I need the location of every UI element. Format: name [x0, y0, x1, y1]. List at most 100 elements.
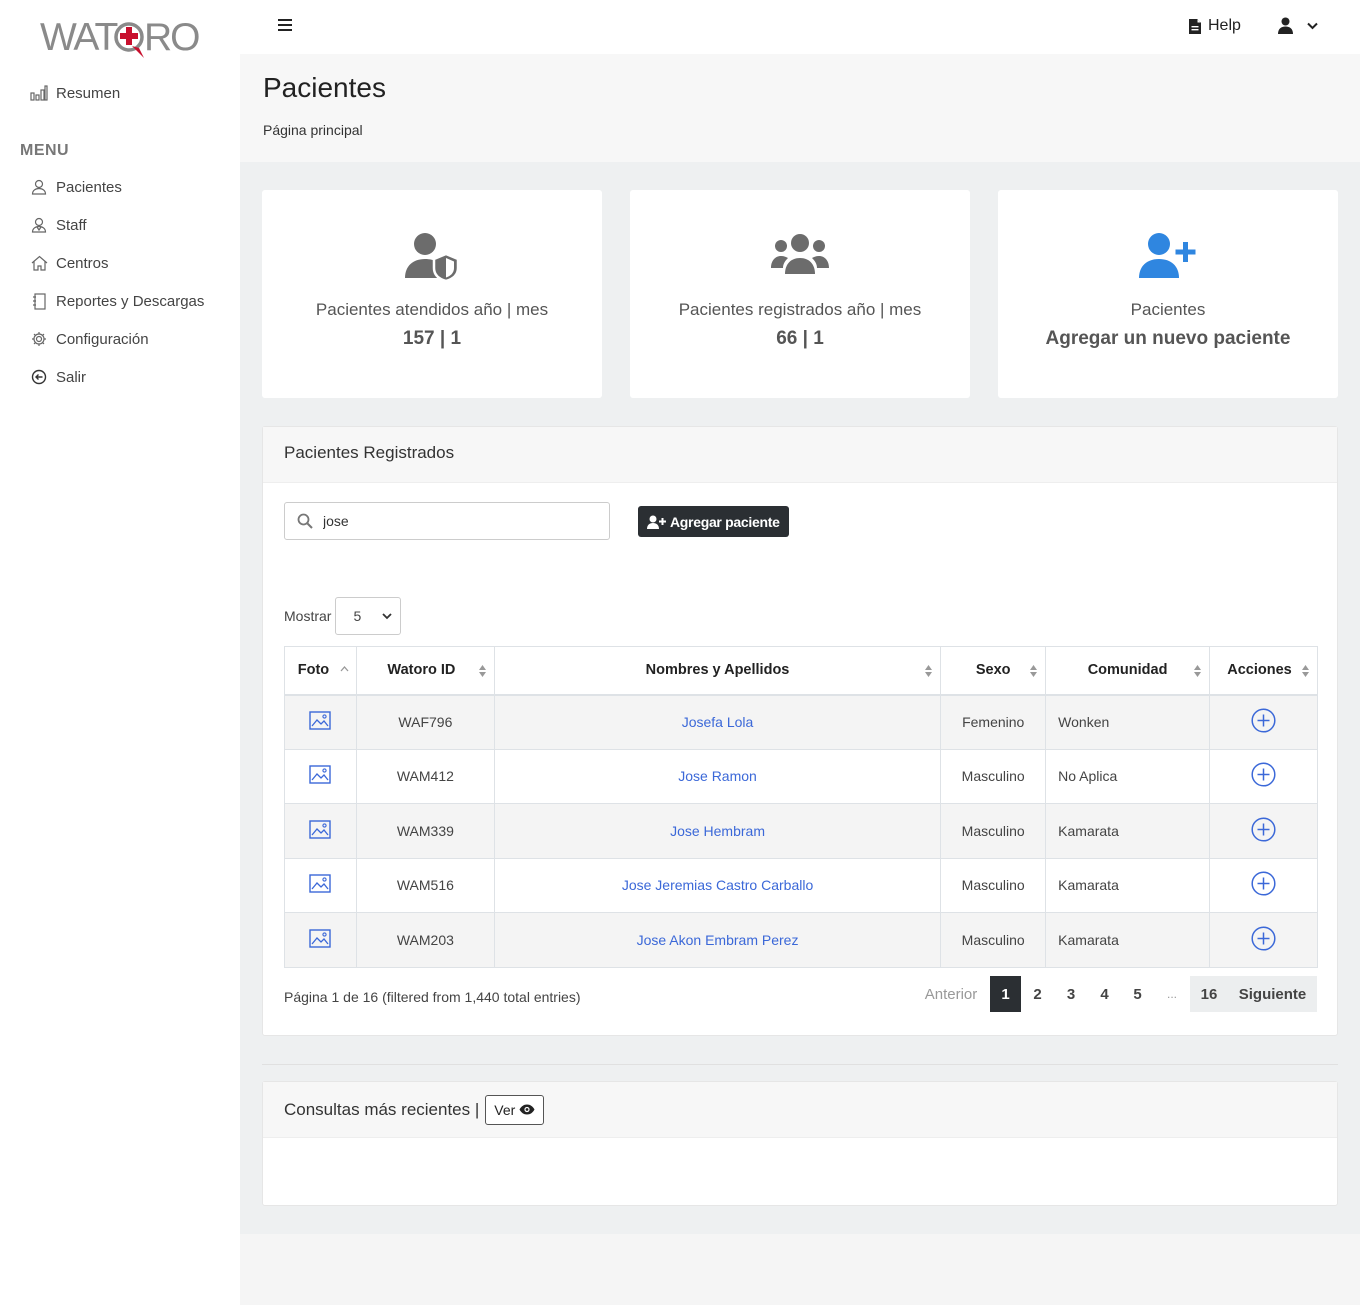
- table-row: WAF796 Josefa Lola Femenino Wonken: [284, 694, 1318, 750]
- watoro-id-cell: WAM412: [355, 748, 495, 804]
- sidebar-item-label: Resumen: [56, 84, 121, 102]
- page-title: Pacientes: [263, 72, 386, 103]
- image-icon: [309, 874, 332, 893]
- stat-label: Pacientes atendidos año | mes: [315, 300, 549, 319]
- gear-icon: [30, 330, 48, 348]
- search-input[interactable]: [323, 513, 583, 529]
- recent-consults-panel: Consultas más recientes | Ver: [262, 1081, 1338, 1206]
- actions-cell: [1209, 694, 1318, 750]
- add-circle-icon[interactable]: [1251, 871, 1276, 896]
- sidebar-item-label: Salir: [56, 368, 87, 386]
- hamburger-menu-icon[interactable]: [278, 19, 292, 33]
- pagination-page-2[interactable]: 2: [1021, 976, 1054, 1012]
- sidebar-item-configuracion[interactable]: Configuración: [30, 328, 149, 350]
- photo-cell[interactable]: [284, 748, 357, 804]
- sidebar-item-reportes[interactable]: Reportes y Descargas: [30, 290, 204, 312]
- add-circle-icon[interactable]: [1251, 817, 1276, 842]
- sidebar-item-staff[interactable]: Staff: [30, 214, 87, 236]
- stat-card-registered[interactable]: Pacientes registrados año | mes 66 | 1: [630, 190, 970, 398]
- chevron-down-icon: [382, 612, 393, 619]
- user-plus-icon: [1139, 232, 1197, 285]
- logo-graphic: WAT RO: [40, 16, 201, 59]
- sex-cell: Masculino: [940, 857, 1047, 913]
- stat-label: Pacientes: [1130, 300, 1206, 319]
- add-circle-icon[interactable]: [1251, 762, 1276, 787]
- panel-title: Pacientes Registrados: [263, 427, 1337, 483]
- photo-cell[interactable]: [284, 694, 357, 750]
- pagination-prev[interactable]: Anterior: [919, 976, 983, 1012]
- view-button[interactable]: Ver: [485, 1094, 545, 1125]
- column-header-acciones[interactable]: Acciones: [1209, 646, 1318, 696]
- staff-icon: [30, 216, 48, 234]
- patient-name-link[interactable]: Jose Jeremias Castro Carballo: [493, 857, 942, 913]
- sex-cell: Masculino: [940, 912, 1047, 968]
- sex-cell: Femenino: [940, 694, 1047, 750]
- user-icon: [30, 178, 48, 196]
- view-button-label: Ver: [494, 1101, 516, 1118]
- page-size-select[interactable]: 5: [335, 597, 402, 635]
- table-row: WAM516 Jose Jeremias Castro Carballo Mas…: [284, 857, 1318, 913]
- sidebar-item-resumen[interactable]: Resumen: [30, 82, 120, 104]
- actions-cell: [1209, 912, 1318, 968]
- photo-cell[interactable]: [284, 857, 357, 913]
- help-button[interactable]: Help: [1188, 17, 1241, 35]
- stat-value: 66 | 1: [776, 328, 824, 349]
- notebook-icon: [30, 292, 48, 310]
- watoro-id-cell: WAM339: [355, 803, 495, 859]
- search-field[interactable]: [284, 502, 610, 540]
- pagination-page-5[interactable]: 5: [1121, 976, 1154, 1012]
- exit-icon: [30, 368, 48, 386]
- pagination-page-4[interactable]: 4: [1088, 976, 1121, 1012]
- stat-card-attended[interactable]: Pacientes atendidos año | mes 157 | 1: [262, 190, 602, 398]
- eye-icon: [519, 1104, 535, 1115]
- user-menu[interactable]: [1278, 17, 1318, 34]
- community-cell: Wonken: [1045, 694, 1211, 750]
- user-avatar-icon: [1278, 17, 1293, 34]
- table-row: WAM339 Jose Hembram Masculino Kamarata: [284, 803, 1318, 859]
- column-header-nombres[interactable]: Nombres y Apellidos: [493, 646, 942, 696]
- watoro-id-cell: WAM203: [355, 912, 495, 968]
- sort-icon: [925, 665, 933, 677]
- breadcrumb[interactable]: Página principal: [263, 122, 363, 138]
- column-header-sexo[interactable]: Sexo: [940, 646, 1047, 696]
- watoro-id-cell: WAM516: [355, 857, 495, 913]
- watoro-id-cell: WAF796: [355, 694, 495, 750]
- pagination-page-1[interactable]: 1: [990, 976, 1021, 1012]
- patient-name-link[interactable]: Jose Hembram: [493, 803, 942, 859]
- user-plus-icon: [647, 515, 666, 529]
- topbar: Help: [240, 0, 1360, 54]
- sidebar-item-centros[interactable]: Centros: [30, 252, 109, 274]
- sidebar: WAT RO Resumen MENU Pacientes Staff Cent…: [0, 0, 240, 1305]
- sidebar-item-pacientes[interactable]: Pacientes: [30, 176, 122, 198]
- patient-name-link[interactable]: Jose Akon Embram Perez: [493, 912, 942, 968]
- sidebar-item-label: Reportes y Descargas: [56, 292, 205, 310]
- community-cell: Kamarata: [1045, 912, 1211, 968]
- stat-value: 157 | 1: [402, 328, 462, 349]
- document-icon: [1189, 18, 1201, 34]
- pagination-page-3[interactable]: 3: [1054, 976, 1088, 1012]
- sex-cell: Masculino: [940, 748, 1047, 804]
- column-header-watoro-id[interactable]: Watoro ID: [355, 646, 495, 696]
- column-header-foto[interactable]: Foto: [284, 646, 357, 696]
- patient-name-link[interactable]: Josefa Lola: [493, 694, 942, 750]
- photo-cell[interactable]: [284, 803, 357, 859]
- table-row: WAM203 Jose Akon Embram Perez Masculino …: [284, 912, 1318, 968]
- stat-card-add-patient[interactable]: Pacientes Agregar un nuevo paciente: [998, 190, 1338, 398]
- sidebar-item-salir[interactable]: Salir: [30, 366, 86, 388]
- user-shield-icon: [403, 232, 461, 285]
- add-patient-button[interactable]: Agregar paciente: [638, 506, 789, 537]
- pagination-page-16[interactable]: 16: [1190, 976, 1228, 1012]
- sort-icon: [1194, 665, 1202, 677]
- table-row: WAM412 Jose Ramon Masculino No Aplica: [284, 748, 1318, 804]
- home-icon: [30, 254, 48, 272]
- add-circle-icon[interactable]: [1251, 926, 1276, 951]
- photo-cell[interactable]: [284, 912, 357, 968]
- image-icon: [309, 929, 332, 948]
- pagination-next[interactable]: Siguiente: [1228, 976, 1317, 1012]
- column-header-comunidad[interactable]: Comunidad: [1045, 646, 1211, 696]
- patient-name-link[interactable]: Jose Ramon: [493, 748, 942, 804]
- recent-panel-title: Consultas más recientes |: [284, 1099, 480, 1119]
- add-circle-icon[interactable]: [1251, 708, 1276, 733]
- watoro-logo[interactable]: WAT RO: [40, 14, 202, 62]
- sidebar-item-label: Staff: [56, 216, 87, 234]
